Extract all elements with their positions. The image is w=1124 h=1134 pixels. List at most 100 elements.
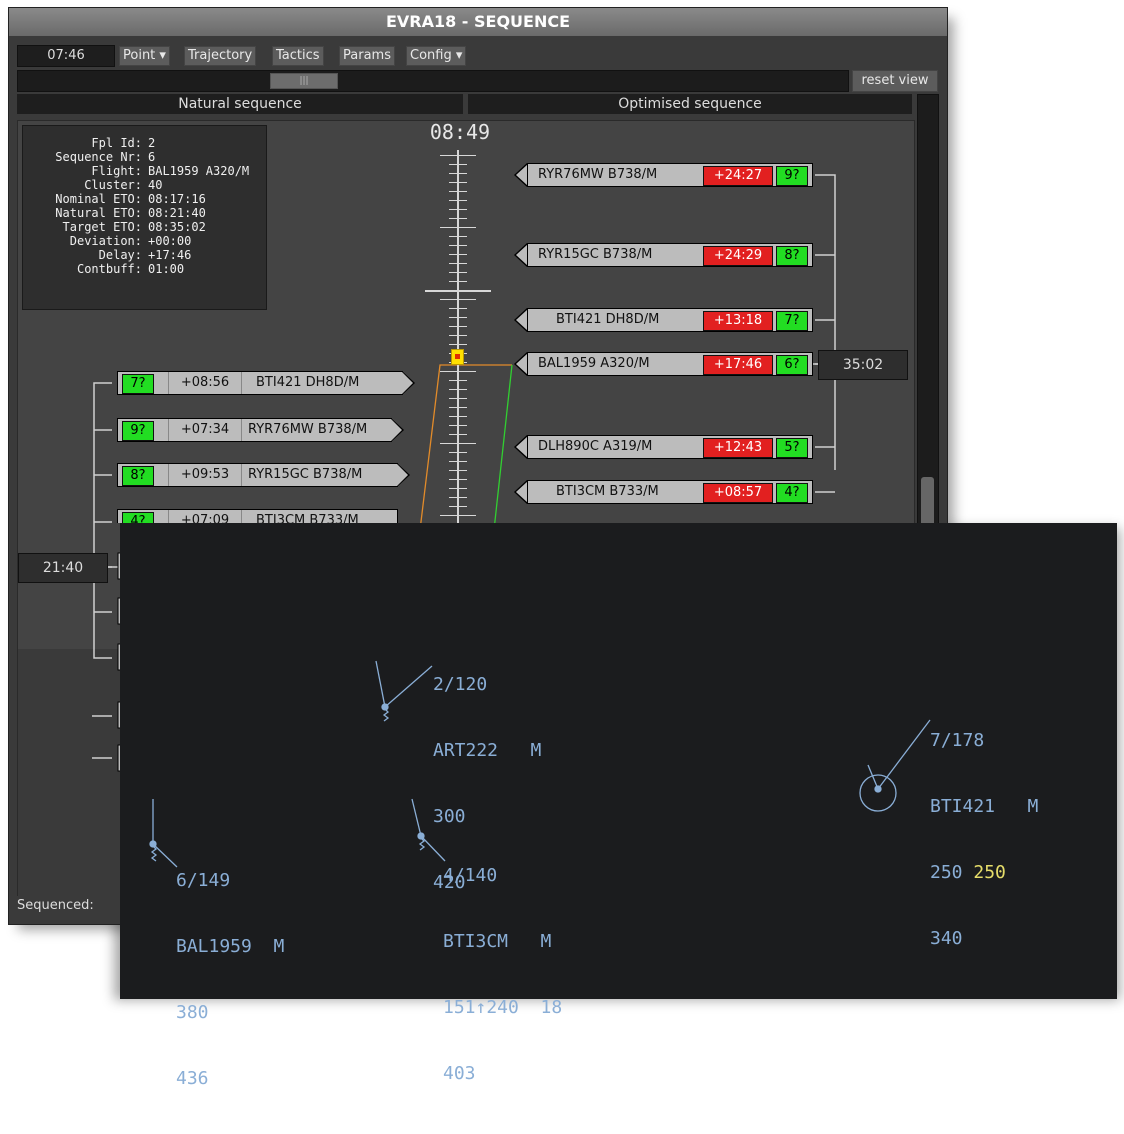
delay-badge: +12:43	[703, 438, 773, 458]
target-time-box: 35:02	[818, 350, 908, 380]
optimised-bracket-line	[815, 174, 836, 470]
sequence-number-badge: 5?	[776, 438, 808, 458]
current-flight-marker[interactable]	[451, 349, 464, 365]
major-tick	[440, 299, 476, 300]
tag-callsign: BTI3CM B733/M	[256, 513, 359, 523]
minor-tick	[449, 470, 467, 471]
major-tick	[440, 155, 476, 156]
minor-tick	[449, 218, 467, 219]
tag-callsign: DLH890C A319/M	[538, 439, 653, 454]
minor-tick	[449, 200, 467, 201]
natural-delay: +07:09	[168, 510, 242, 523]
minor-tick	[449, 434, 467, 435]
minor-tick	[449, 416, 467, 417]
major-tick	[440, 371, 476, 372]
minor-tick	[449, 398, 467, 399]
natural-tag[interactable]: 9? +07:34 RYR76MW B738/M	[117, 418, 415, 442]
minor-tick	[449, 281, 467, 282]
natural-delay: +08:56	[168, 372, 242, 394]
natural-tag[interactable]: 4? +07:09 BTI3CM B733/M	[117, 509, 415, 523]
minor-tick	[449, 425, 467, 426]
tag-callsign: BTI421 DH8D/M	[256, 375, 360, 390]
natural-bracket-line	[93, 382, 112, 659]
minor-tick	[449, 182, 467, 183]
minor-tick	[449, 263, 467, 264]
minor-tick	[449, 407, 467, 408]
trail-icon	[150, 845, 158, 862]
major-tick	[440, 443, 476, 444]
optimised-tag[interactable]: RYR76MW B738/M +24:27 9?	[514, 163, 814, 187]
speed-vector	[375, 660, 386, 708]
delay-badge: +17:46	[703, 355, 773, 375]
tag-callsign: RYR76MW B738/M	[538, 167, 658, 182]
minor-tick	[449, 209, 467, 210]
tag-callsign: BAL1959 A320/M	[538, 356, 650, 371]
major-tick	[440, 227, 476, 228]
minor-tick	[449, 389, 467, 390]
natural-tag[interactable]: 8? +09:53 RYR15GC B738/M	[117, 463, 415, 487]
aircraft-position-icon[interactable]	[874, 785, 882, 793]
sequence-number-badge: 4?	[776, 483, 808, 503]
trail-icon	[418, 837, 426, 851]
minor-tick	[449, 506, 467, 507]
minor-tick	[449, 344, 467, 345]
delay-badge: +24:29	[703, 246, 773, 266]
minor-tick	[449, 488, 467, 489]
minor-tick	[449, 191, 467, 192]
timeline-time: 08:49	[429, 120, 491, 144]
tag-callsign: RYR15GC B738/M	[538, 247, 653, 262]
tag-callsign: RYR76MW B738/M	[248, 422, 368, 437]
natural-delay: +07:34	[168, 419, 242, 441]
minor-tick	[449, 173, 467, 174]
minor-tick	[449, 308, 467, 309]
sequence-number-badge: 9?	[776, 166, 808, 186]
sequence-number-badge: 7?	[122, 374, 154, 394]
aircraft-label-bal1959[interactable]: 6/149 BAL1959 M 380 436	[176, 826, 284, 1134]
minor-tick	[449, 497, 467, 498]
minor-tick	[449, 326, 467, 327]
label-leader-line	[877, 719, 931, 790]
label-leader-line	[384, 665, 433, 708]
speed-vector	[411, 798, 422, 837]
sequence-number-badge: 8?	[122, 466, 154, 486]
sequence-number-badge: 4?	[122, 512, 154, 523]
tag-callsign: BTI421 DH8D/M	[556, 312, 660, 327]
sequence-number-badge: 8?	[776, 246, 808, 266]
minor-tick	[449, 272, 467, 273]
optimised-tag[interactable]: RYR15GC B738/M +24:29 8?	[514, 243, 814, 267]
minor-tick	[449, 164, 467, 165]
minor-tick	[449, 452, 467, 453]
minor-tick	[449, 461, 467, 462]
minor-tick	[449, 335, 467, 336]
sequence-number-badge: 9?	[122, 421, 154, 441]
radar-display[interactable]: 2/120 ART222 M 300 420 7/178 BTI421 M 25…	[120, 523, 1117, 1089]
cleared-level: 250	[973, 862, 1006, 883]
minor-tick	[449, 254, 467, 255]
timeline-axis	[457, 150, 459, 530]
optimised-tag[interactable]: BTI421 DH8D/M +13:18 7?	[514, 308, 814, 332]
natural-delay: +09:53	[168, 464, 242, 486]
selected-aircraft-ring-icon	[859, 774, 897, 812]
minor-tick	[449, 380, 467, 381]
sequence-number-badge: 6?	[776, 355, 808, 375]
optimised-time-line	[493, 364, 513, 531]
minor-tick	[449, 317, 467, 318]
minor-tick	[449, 236, 467, 237]
trail-icon	[382, 708, 390, 722]
aircraft-label-bti3cm[interactable]: 4/140 BTI3CM M 151↑240 18 403	[443, 821, 562, 1129]
optimised-tag-selected[interactable]: BAL1959 A320/M +17:46 6?	[514, 352, 814, 376]
sequence-number-badge: 7?	[776, 311, 808, 331]
major-tick	[440, 515, 476, 516]
natural-time-box: 21:40	[18, 553, 108, 583]
label-leader-line	[152, 843, 178, 868]
optimised-tag[interactable]: DLH890C A319/M +12:43 5?	[514, 435, 814, 459]
minor-tick	[449, 479, 467, 480]
natural-tag[interactable]: 7? +08:56 BTI421 DH8D/M	[117, 371, 415, 395]
optimised-tag[interactable]: BTI3CM B733/M +08:57 4?	[514, 480, 814, 504]
delay-badge: +24:27	[703, 166, 773, 186]
tag-callsign: RYR15GC B738/M	[248, 467, 363, 482]
tag-callsign: BTI3CM B733/M	[556, 484, 659, 499]
aircraft-label-bti421[interactable]: 7/178 BTI421 M 250 250 340	[930, 686, 1038, 994]
delay-badge: +08:57	[703, 483, 773, 503]
minor-tick	[449, 245, 467, 246]
